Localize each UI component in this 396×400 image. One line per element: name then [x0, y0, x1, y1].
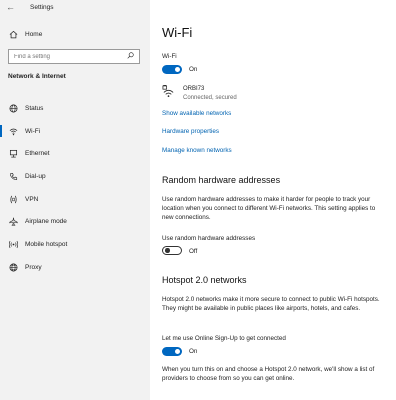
- sidebar-item-proxy[interactable]: Proxy: [0, 256, 150, 279]
- hotspot-description: Hotspot 2.0 networks make it more secure…: [162, 296, 380, 312]
- toggle-knob: [165, 248, 170, 253]
- connected-network[interactable]: ORBI73 Connected, secured: [162, 84, 237, 103]
- airplane-icon: [8, 216, 19, 227]
- back-arrow-icon[interactable]: ←: [6, 0, 20, 14]
- ethernet-icon: [8, 148, 19, 159]
- wifi-toggle[interactable]: [162, 65, 182, 74]
- hotspot-footer-text: When you turn this on and choose a Hotsp…: [162, 366, 375, 382]
- sidebar-item-label: Status: [25, 104, 44, 112]
- home-label: Home: [25, 30, 43, 38]
- show-available-networks-link[interactable]: Show available networks: [162, 110, 231, 117]
- search-box[interactable]: [8, 49, 140, 64]
- sidebar-item-wifi[interactable]: Wi-Fi: [0, 120, 150, 143]
- online-signup-toggle-state: On: [189, 348, 198, 355]
- manage-known-networks-link[interactable]: Manage known networks: [162, 147, 232, 154]
- toggle-knob: [175, 67, 180, 72]
- wifi-toggle-label: Wi-Fi: [162, 53, 177, 60]
- wifi-icon: [8, 126, 19, 137]
- search-icon[interactable]: [127, 52, 134, 61]
- sidebar-item-airplane-mode[interactable]: Airplane mode: [0, 210, 150, 233]
- sidebar-item-label: Dial-up: [25, 172, 46, 180]
- sidebar-item-dial-up[interactable]: Dial-up: [0, 165, 150, 188]
- main-panel: Wi-Fi Wi-Fi On ORBI73 Connected, secured…: [150, 0, 396, 400]
- proxy-globe-icon: [8, 262, 19, 273]
- globe-icon: [8, 103, 19, 114]
- network-info: ORBI73 Connected, secured: [183, 85, 237, 103]
- hotspot-section-title: Hotspot 2.0 networks: [162, 275, 247, 285]
- search-input[interactable]: [14, 53, 124, 60]
- random-hw-toggle-label: Use random hardware addresses: [162, 235, 256, 242]
- sidebar-item-label: Wi-Fi: [25, 127, 41, 135]
- network-name: ORBI73: [183, 86, 205, 92]
- settings-window: ← Settings Home Network & Internet Statu…: [0, 0, 396, 400]
- title-bar: ← Settings: [0, 0, 150, 14]
- phone-icon: [8, 171, 19, 182]
- hardware-properties-link[interactable]: Hardware properties: [162, 128, 219, 135]
- sidebar-item-label: Mobile hotspot: [25, 240, 68, 248]
- vpn-icon: [8, 194, 19, 205]
- sidebar-item-label: Ethernet: [25, 150, 50, 158]
- sidebar-item-ethernet[interactable]: Ethernet: [0, 142, 150, 165]
- wifi-toggle-state: On: [189, 66, 198, 73]
- sidebar-nav: Status Wi-Fi Ethernet Dial-up VPN Airpla…: [0, 97, 150, 279]
- home-nav-item[interactable]: Home: [0, 27, 150, 41]
- hotspot-icon: [8, 239, 19, 250]
- network-status: Connected, secured: [183, 95, 237, 101]
- window-title: Settings: [30, 3, 54, 11]
- random-hw-toggle[interactable]: [162, 246, 182, 255]
- sidebar-item-label: Proxy: [25, 263, 42, 271]
- online-signup-toggle[interactable]: [162, 347, 182, 356]
- sidebar-item-vpn[interactable]: VPN: [0, 188, 150, 211]
- sidebar-section-heading: Network & Internet: [8, 73, 66, 80]
- toggle-knob: [175, 349, 180, 354]
- home-icon: [8, 29, 19, 40]
- random-hw-toggle-state: Off: [189, 248, 198, 255]
- page-title: Wi-Fi: [162, 25, 193, 40]
- sidebar-item-label: Airplane mode: [25, 218, 67, 226]
- sidebar-item-label: VPN: [25, 195, 39, 203]
- random-hw-description: Use random hardware addresses to make it…: [162, 196, 376, 221]
- hotspot-toggle-label: Let me use Online Sign-Up to get connect…: [162, 335, 286, 342]
- random-hw-section-title: Random hardware addresses: [162, 175, 281, 185]
- sidebar: ← Settings Home Network & Internet Statu…: [0, 0, 150, 400]
- secured-wifi-icon: [162, 84, 175, 103]
- sidebar-item-mobile-hotspot[interactable]: Mobile hotspot: [0, 233, 150, 256]
- sidebar-item-status[interactable]: Status: [0, 97, 150, 120]
